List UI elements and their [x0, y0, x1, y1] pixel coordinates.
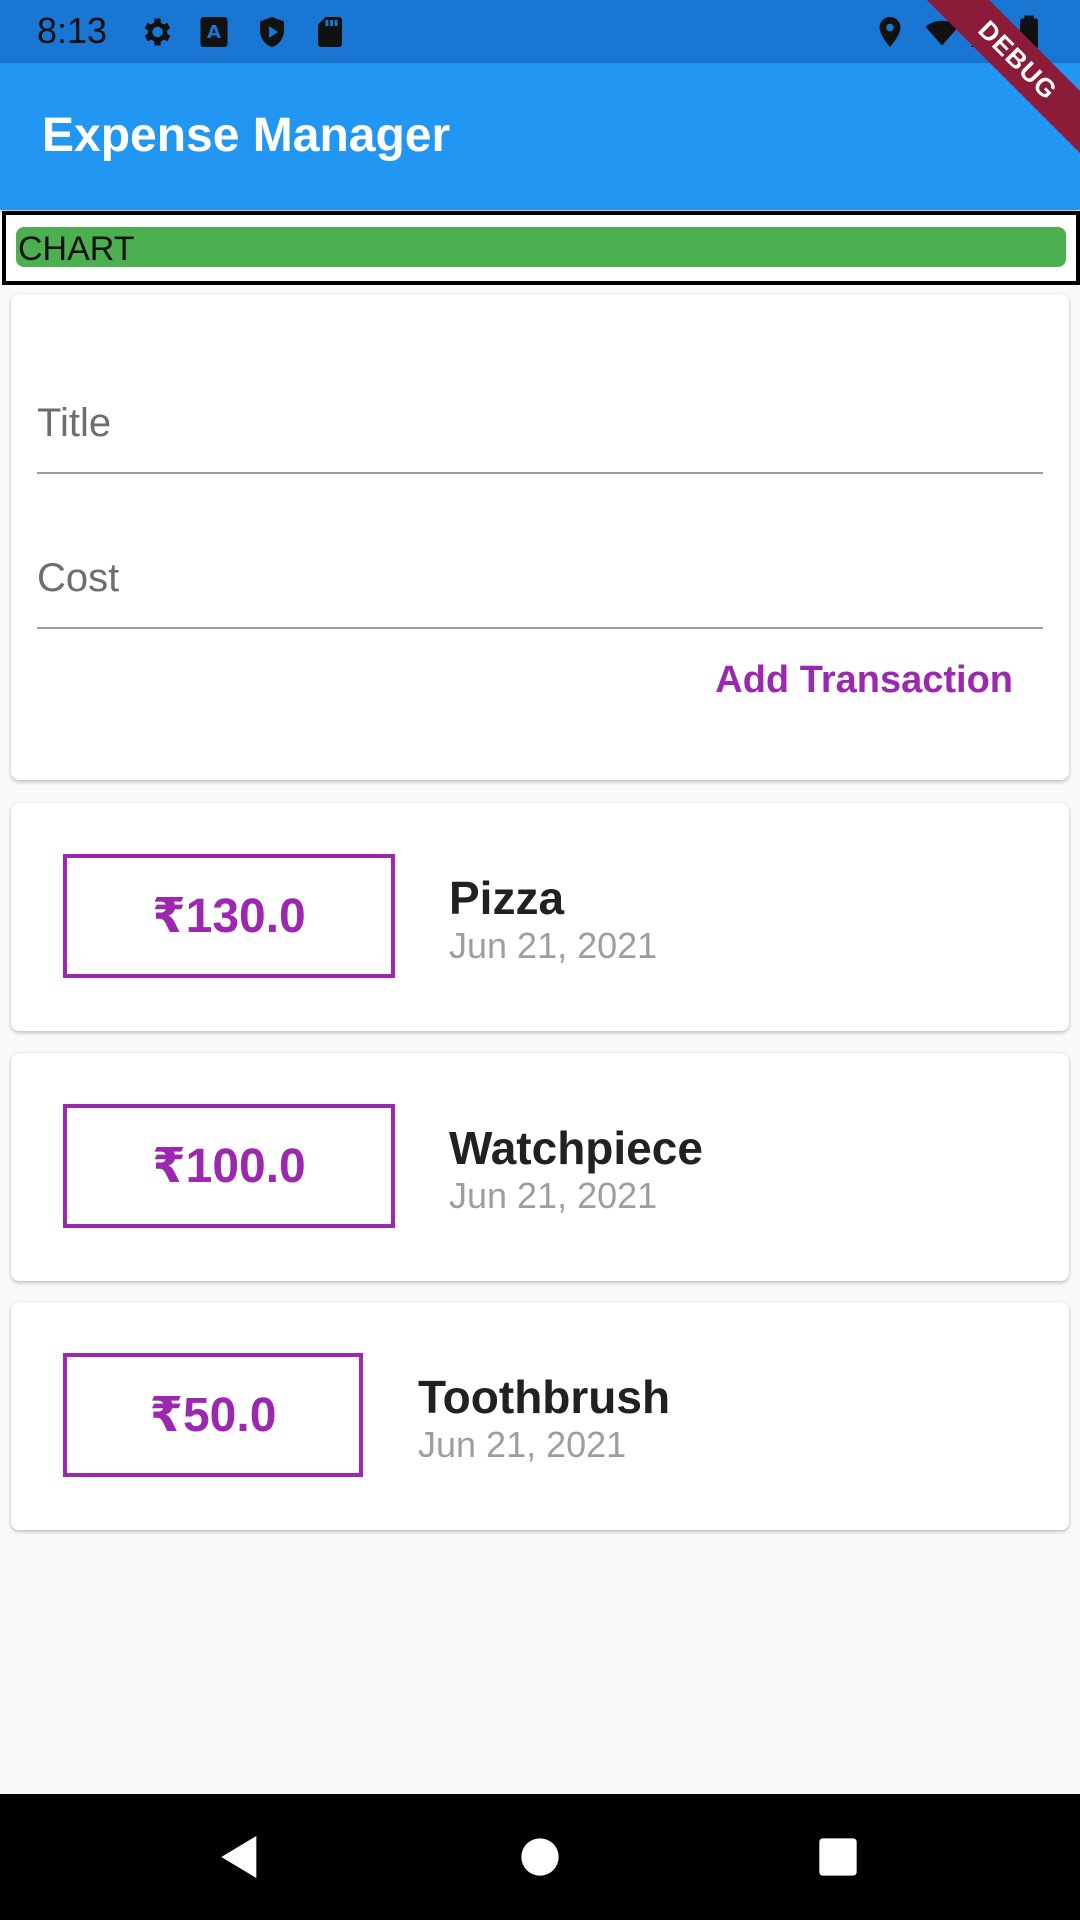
wifi-icon [924, 14, 960, 50]
status-bar: 8:13 A [0, 0, 1080, 63]
back-icon[interactable] [212, 1829, 268, 1885]
transaction-amount: ₹100.0 [63, 1104, 395, 1228]
add-transaction-button[interactable]: Add Transaction [715, 659, 1013, 702]
transaction-title: Watchpiece [449, 1122, 703, 1174]
transaction-amount: ₹130.0 [63, 854, 395, 978]
chart-label: CHART [18, 230, 135, 268]
location-icon [872, 14, 908, 50]
status-time: 8:13 [37, 10, 108, 51]
svg-text:A: A [207, 22, 221, 43]
cost-field [37, 527, 1043, 629]
title-input[interactable] [37, 401, 1043, 446]
title-field [37, 372, 1043, 474]
transaction-date: Jun 21, 2021 [418, 1424, 627, 1465]
transaction-title: Pizza [449, 872, 565, 924]
transaction-title: Toothbrush [418, 1371, 671, 1423]
cost-input[interactable] [37, 556, 1043, 601]
a-icon: A [196, 14, 232, 50]
chart-bar [16, 227, 1066, 267]
navigation-bar [0, 1794, 1080, 1920]
transaction-card: ₹100.0 Watchpiece Jun 21, 2021 [11, 1053, 1069, 1281]
transaction-card: ₹130.0 Pizza Jun 21, 2021 [11, 803, 1069, 1031]
transaction-date: Jun 21, 2021 [449, 1175, 658, 1216]
chart-container: CHART [2, 211, 1080, 285]
battery-icon [1014, 14, 1044, 50]
shield-icon [254, 14, 290, 50]
transaction-date: Jun 21, 2021 [449, 925, 658, 966]
new-transaction-card: Add Transaction [11, 294, 1069, 780]
app-bar: Expense Manager [0, 63, 1080, 210]
page-title: Expense Manager [42, 109, 451, 162]
sd-card-icon [312, 14, 348, 50]
home-icon[interactable] [512, 1829, 568, 1885]
signal-icon [968, 14, 1004, 50]
gear-icon [138, 14, 174, 50]
transaction-amount: ₹50.0 [63, 1353, 363, 1477]
transaction-card: ₹50.0 Toothbrush Jun 21, 2021 [11, 1302, 1069, 1530]
recents-icon[interactable] [810, 1829, 866, 1885]
